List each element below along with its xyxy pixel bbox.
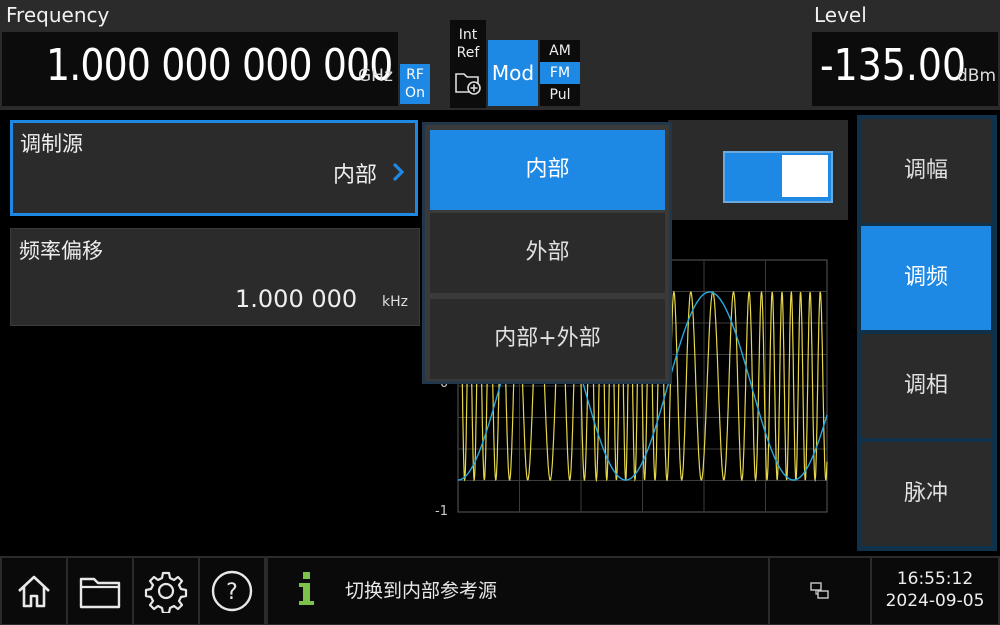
dropdown-option-internal[interactable]: 内部: [430, 130, 665, 210]
gear-icon: [144, 571, 188, 613]
y-tick-minus-one: -1: [435, 504, 448, 519]
ref-int-label: Int: [458, 27, 478, 43]
level-value: -135.00: [820, 40, 967, 91]
freq-offset-unit: kHz: [382, 294, 408, 310]
mod-source-value: 内部: [332, 163, 377, 188]
clock-time: 16:55:12: [896, 569, 974, 589]
clock: 16:55:12 2024-09-05: [872, 558, 998, 624]
chevron-right-icon: [392, 162, 405, 182]
tab-pulse[interactable]: 脉冲: [861, 442, 991, 546]
fm-toggle-knob: [782, 155, 828, 197]
tab-pm[interactable]: 调相: [861, 334, 991, 438]
frequency-label: Frequency: [6, 3, 110, 27]
clock-date: 2024-09-05: [885, 591, 985, 611]
status-area: [268, 558, 768, 624]
rf-on-badge[interactable]: RF On: [400, 64, 430, 104]
help-button[interactable]: ?: [200, 558, 264, 624]
network-status-button[interactable]: [770, 558, 870, 624]
modulation-tab-menu: 调幅 调频 调相 脉冲: [857, 115, 997, 551]
network-icon: [810, 582, 829, 599]
ref-source-indicator[interactable]: Int Ref: [450, 20, 486, 108]
freq-offset-field[interactable]: 频率偏移 1.000 000 kHz: [10, 228, 420, 326]
folder-add-icon: [455, 73, 481, 95]
frequency-value: 1.000 000 000 000: [46, 40, 393, 91]
home-icon: [18, 575, 50, 608]
freq-offset-title: 频率偏移: [19, 239, 103, 263]
ref-ref-label: Ref: [456, 45, 480, 61]
dropdown-option-internal-external[interactable]: 内部+外部: [430, 299, 665, 379]
mod-type-list: AM FM Pul: [540, 40, 580, 106]
level-unit: dBm: [957, 66, 997, 86]
rf-state: On: [405, 85, 425, 101]
folder-icon: [79, 577, 121, 609]
file-manager-button[interactable]: [68, 558, 132, 624]
mod-source-field[interactable]: 调制源 内部: [10, 120, 418, 216]
svg-text:?: ?: [226, 580, 238, 605]
mod-source-dropdown: 内部 外部 内部+外部: [422, 122, 672, 384]
frequency-unit: GHz: [358, 66, 393, 86]
rf-label: RF: [406, 67, 424, 83]
help-icon: ?: [211, 570, 253, 612]
mod-pul-indicator[interactable]: Pul: [540, 84, 580, 106]
home-button[interactable]: [2, 558, 66, 624]
status-message: 切换到内部参考源: [345, 580, 498, 602]
tab-fm[interactable]: 调频: [861, 226, 991, 330]
level-label: Level: [814, 3, 867, 27]
freq-offset-value: 1.000 000: [235, 285, 358, 313]
mod-source-title: 调制源: [20, 132, 83, 156]
dropdown-option-external[interactable]: 外部: [430, 213, 665, 293]
tab-am[interactable]: 调幅: [861, 119, 991, 223]
mod-fm-indicator[interactable]: FM: [540, 62, 580, 84]
mod-button[interactable]: Mod: [488, 40, 538, 106]
info-icon: [299, 572, 314, 605]
mod-am-indicator[interactable]: AM: [540, 40, 580, 62]
settings-button[interactable]: [134, 558, 198, 624]
